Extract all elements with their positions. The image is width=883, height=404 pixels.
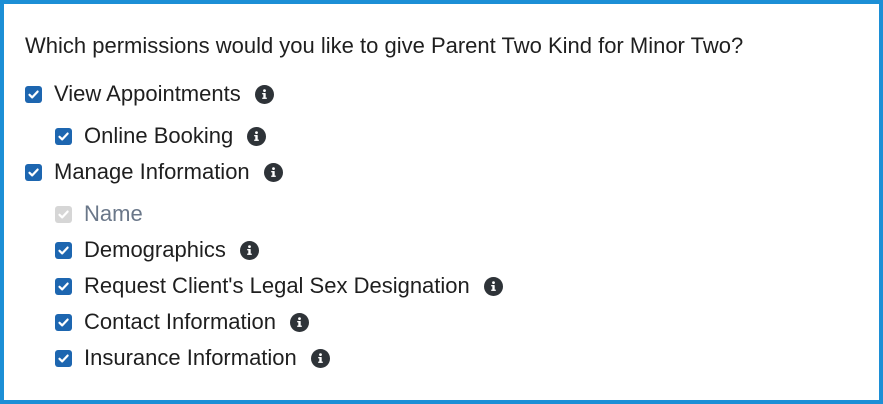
permissions-panel: Which permissions would you like to give…	[0, 0, 883, 404]
permission-demographics[interactable]: Demographics	[55, 236, 259, 264]
contact-information-label: Contact Information	[84, 309, 276, 334]
permission-contact-information[interactable]: Contact Information	[55, 308, 309, 336]
contact-information-checkbox[interactable]	[55, 313, 72, 331]
demographics-checkbox[interactable]	[55, 241, 72, 259]
view-appointments-label: View Appointments	[54, 81, 241, 106]
name-label: Name	[84, 201, 143, 226]
view-appointments-checkbox[interactable]	[25, 85, 42, 103]
legal-sex-designation-label: Request Client's Legal Sex Designation	[84, 273, 470, 298]
demographics-info-icon[interactable]	[239, 240, 259, 260]
permission-view-appointments[interactable]: View Appointments	[25, 80, 274, 108]
legal-sex-designation-checkbox[interactable]	[55, 277, 72, 295]
permissions-question: Which permissions would you like to give…	[25, 33, 744, 58]
permission-legal-sex-designation[interactable]: Request Client's Legal Sex Designation	[55, 272, 503, 300]
demographics-label: Demographics	[84, 237, 226, 262]
online-booking-checkbox[interactable]	[55, 127, 72, 145]
insurance-information-info-icon[interactable]	[310, 348, 330, 368]
insurance-information-checkbox[interactable]	[55, 349, 72, 367]
manage-information-info-icon[interactable]	[263, 162, 283, 182]
insurance-information-label: Insurance Information	[84, 345, 297, 370]
legal-sex-designation-info-icon[interactable]	[483, 276, 503, 296]
contact-information-info-icon[interactable]	[289, 312, 309, 332]
manage-information-checkbox[interactable]	[25, 163, 42, 181]
view-appointments-info-icon[interactable]	[254, 84, 274, 104]
manage-information-label: Manage Information	[54, 159, 250, 184]
online-booking-label: Online Booking	[84, 123, 234, 148]
permission-online-booking[interactable]: Online Booking	[55, 122, 267, 150]
permission-insurance-information[interactable]: Insurance Information	[55, 344, 330, 372]
permission-manage-information[interactable]: Manage Information	[25, 158, 283, 186]
name-checkbox	[55, 205, 72, 223]
permission-name: Name	[55, 200, 143, 228]
online-booking-info-icon[interactable]	[247, 126, 267, 146]
